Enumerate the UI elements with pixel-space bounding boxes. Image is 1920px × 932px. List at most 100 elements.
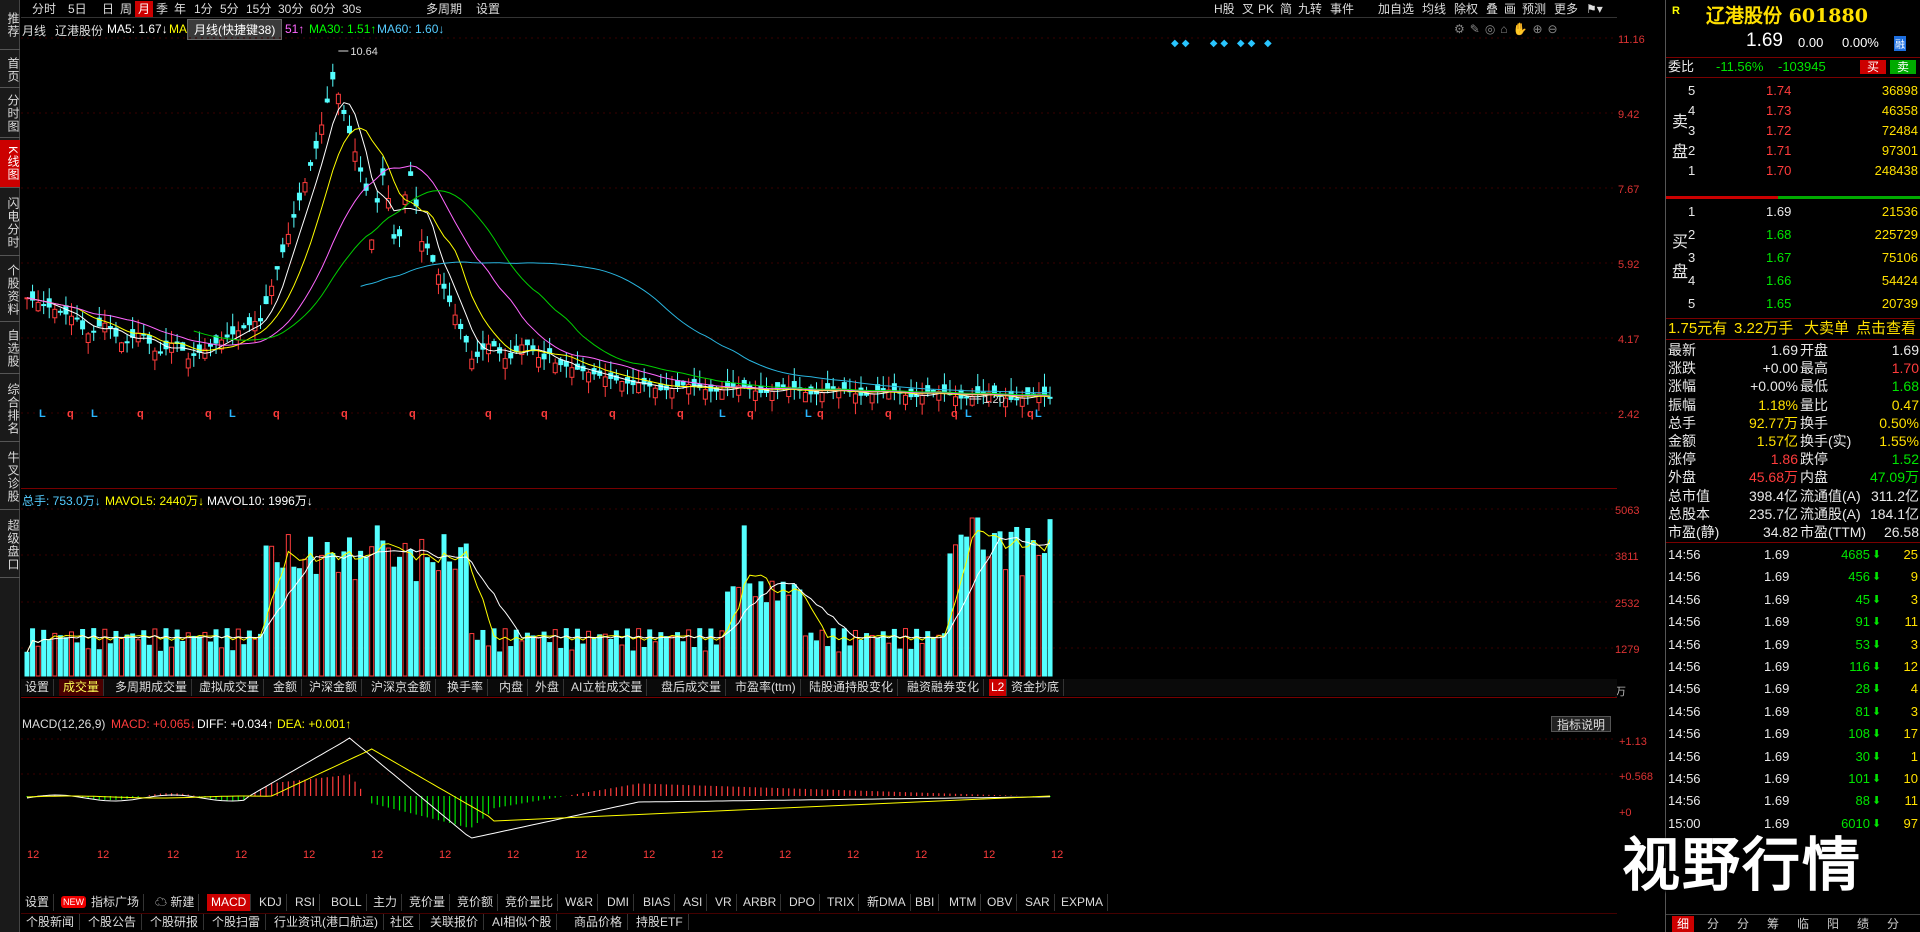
period-60min[interactable]: 60分 — [307, 1, 338, 17]
big-order-row[interactable]: 1.75元有 3.22万手 大卖单 点击查看 — [1666, 320, 1920, 338]
vol-tab-settings[interactable]: 设置 — [21, 679, 55, 696]
vol-tab-hk-connect[interactable]: 陆股通持股变化 — [805, 679, 899, 696]
indicator-wr[interactable]: W&R — [561, 894, 598, 911]
link-industry-news[interactable]: 行业资讯(港口航运) — [269, 914, 384, 930]
link-commodity[interactable]: 商品价格 — [569, 914, 629, 930]
indicator-mtm[interactable]: MTM — [945, 894, 982, 911]
left-tab-watchlist[interactable]: 自选股 — [0, 324, 20, 374]
pk-button[interactable]: PK — [1255, 1, 1277, 17]
indicator-auction-vol[interactable]: 竞价量 — [405, 894, 451, 911]
vol-tab-hsj-amount[interactable]: 沪深京金额 — [367, 679, 437, 696]
tick-tab[interactable]: 分 — [1882, 916, 1904, 932]
bid-row[interactable]: 4 1.66 54424 — [1666, 272, 1920, 290]
left-tab-stock-info[interactable]: 个股资料 — [0, 258, 20, 322]
period-week[interactable]: 周 — [117, 1, 135, 17]
indicator-kdj[interactable]: KDJ — [255, 894, 287, 911]
left-tab-ranking[interactable]: 综合排名 — [0, 376, 20, 442]
link-announcements[interactable]: 个股公告 — [83, 914, 143, 930]
indicator-arbr[interactable]: ARBR — [739, 894, 782, 911]
flag-icon[interactable]: ⚑▾ — [1583, 1, 1606, 17]
link-related-quotes[interactable]: 关联报价 — [425, 914, 485, 930]
more-button[interactable]: 更多 — [1551, 1, 1581, 17]
bid-row[interactable]: 3 1.67 75106 — [1666, 249, 1920, 267]
ask-row[interactable]: 1 1.70 248438 — [1666, 162, 1920, 180]
indicator-main-force[interactable]: 主力 — [369, 894, 403, 911]
ask-row[interactable]: 4 1.73 46358 — [1666, 102, 1920, 120]
indicator-dpo[interactable]: DPO — [785, 894, 821, 911]
vol-tab-inner[interactable]: 内盘 — [495, 679, 529, 696]
period-5day[interactable]: 5日 — [65, 1, 90, 17]
indicator-auction-amt[interactable]: 竞价额 — [453, 894, 499, 911]
indicator-trix[interactable]: TRIX — [823, 894, 860, 911]
left-tab-kline[interactable]: K线图 — [0, 140, 20, 188]
period-1min[interactable]: 1分 — [191, 1, 216, 17]
vol-tab-bottom-fish[interactable]: 资金抄底 — [1007, 679, 1065, 696]
buy-button[interactable]: 买 — [1860, 60, 1886, 74]
link-ai-similar[interactable]: AI相似个股 — [487, 914, 558, 930]
left-tab-flash-timeshare[interactable]: 闪电分时 — [0, 190, 20, 256]
tick-tab[interactable]: 细 — [1672, 916, 1695, 932]
vol-tab-virtual[interactable]: 虚拟成交量 — [195, 679, 265, 696]
tick-tab[interactable]: 分 — [1702, 916, 1724, 932]
left-tab-home[interactable]: 首页 — [0, 52, 20, 88]
indicator-expma[interactable]: EXPMA — [1057, 894, 1109, 911]
period-day[interactable]: 日 — [99, 1, 117, 17]
vol-tab-amount[interactable]: 金额 — [269, 679, 303, 696]
period-timeshare[interactable]: 分时 — [29, 1, 59, 17]
indicator-asi[interactable]: ASI — [679, 894, 708, 911]
link-community[interactable]: 社区 — [385, 914, 421, 930]
bid-row[interactable]: 1 1.69 21536 — [1666, 203, 1920, 221]
left-tab-super-depth[interactable]: 超级盘口 — [0, 512, 20, 578]
period-year[interactable]: 年 — [171, 1, 189, 17]
period-15min[interactable]: 15分 — [243, 1, 274, 17]
hk-share-button[interactable]: H股 — [1211, 1, 1238, 17]
overlay-button[interactable]: 叠 — [1483, 1, 1501, 17]
tick-tab[interactable]: 阳 — [1822, 916, 1844, 932]
period-30min[interactable]: 30分 — [275, 1, 306, 17]
ask-row[interactable]: 3 1.72 72484 — [1666, 122, 1920, 140]
left-tab-timeshare[interactable]: 分时图 — [0, 90, 20, 138]
period-month[interactable]: 月 — [135, 1, 154, 17]
indicator-macd[interactable]: MACD — [207, 894, 252, 911]
indicator-dmi[interactable]: DMI — [603, 894, 634, 911]
period-season[interactable]: 季 — [153, 1, 171, 17]
indicator-bbi[interactable]: BBI — [911, 894, 940, 911]
ask-row[interactable]: 2 1.71 97301 — [1666, 142, 1920, 160]
add-watchlist-button[interactable]: 加自选 — [1375, 1, 1417, 17]
big-order-link[interactable]: 点击查看 — [1856, 320, 1916, 338]
vol-tab-multi-period[interactable]: 多周期成交量 — [111, 679, 193, 696]
settings-button[interactable]: 设置 — [473, 1, 503, 17]
indicator-new[interactable]: ☁ 新建 — [151, 894, 200, 911]
indicator-settings[interactable]: 设置 — [21, 894, 55, 911]
vol-tab-turnover[interactable]: 换手率 — [443, 679, 489, 696]
left-tab-diagnose[interactable]: 牛叉诊股 — [0, 444, 20, 510]
indicator-new-dma[interactable]: 新DMA — [863, 894, 911, 911]
indicator-boll[interactable]: BOLL — [327, 894, 367, 911]
bid-row[interactable]: 5 1.65 20739 — [1666, 295, 1920, 313]
forecast-button[interactable]: 预测 — [1519, 1, 1549, 17]
indicator-bias[interactable]: BIAS — [639, 894, 676, 911]
indicator-sar[interactable]: SAR — [1021, 894, 1055, 911]
period-5min[interactable]: 5分 — [217, 1, 242, 17]
link-holding-etf[interactable]: 持股ETF — [631, 914, 689, 930]
tick-tab[interactable]: 临 — [1792, 916, 1814, 932]
indicator-obv[interactable]: OBV — [983, 894, 1018, 911]
tick-tab[interactable]: 筹 — [1762, 916, 1784, 932]
ask-row[interactable]: 5 1.74 36898 — [1666, 82, 1920, 100]
tick-tab[interactable]: 分 — [1732, 916, 1754, 932]
chart-tool-icons[interactable]: ⚙✎◎⌂✋⊕⊖ — [1454, 22, 1563, 36]
ma-lines-button[interactable]: 均线 — [1419, 1, 1449, 17]
indicator-rsi[interactable]: RSI — [291, 894, 321, 911]
vol-tab-hs-amount[interactable]: 沪深金额 — [305, 679, 363, 696]
link-minesweep[interactable]: 个股扫雷 — [207, 914, 267, 930]
indicator-plaza[interactable]: 指标广场 — [87, 894, 145, 911]
vol-tab-margin[interactable]: 融资融券变化 — [903, 679, 985, 696]
indicator-auction-ratio[interactable]: 竞价量比 — [501, 894, 559, 911]
indicator-explain-button[interactable]: 指标说明 — [1551, 716, 1612, 732]
indicator-vr[interactable]: VR — [711, 894, 737, 911]
bid-row[interactable]: 2 1.68 225729 — [1666, 226, 1920, 244]
event-button[interactable]: 事件 — [1327, 1, 1357, 17]
tick-tab[interactable]: 绩 — [1852, 916, 1874, 932]
left-tab-recommend[interactable]: 推荐 — [0, 0, 20, 50]
draw-button[interactable]: 画 — [1501, 1, 1519, 17]
